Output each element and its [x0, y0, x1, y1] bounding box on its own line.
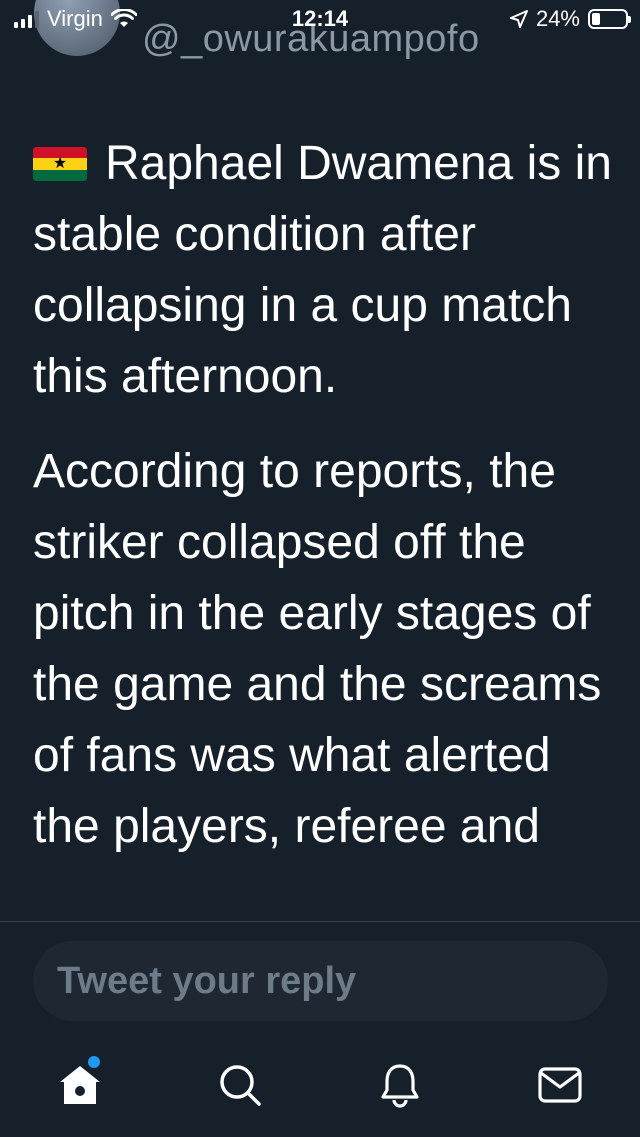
battery-icon	[588, 9, 631, 29]
search-icon	[220, 1065, 261, 1106]
bell-icon	[381, 1064, 419, 1108]
battery-fill	[592, 13, 600, 25]
tab-bar	[0, 1050, 640, 1120]
status-right: 24%	[509, 6, 631, 32]
battery-percent: 24%	[535, 6, 580, 31]
location-arrow-icon	[509, 10, 528, 28]
notification-dot	[88, 1056, 100, 1068]
tab-notifications[interactable]	[370, 1050, 430, 1120]
tab-messages[interactable]	[530, 1050, 590, 1120]
tweet-paragraph-1: ★ Raphael Dwamena is in stable condition …	[33, 128, 623, 412]
home-icon	[60, 1066, 100, 1104]
tweet-paragraph-1-text: Raphael Dwamena is in stable condition a…	[33, 137, 612, 403]
tweet-text: ★ Raphael Dwamena is in stable condition …	[33, 128, 623, 886]
status-bar: Virgin 12:14 24%	[0, 0, 640, 40]
reply-input[interactable]: Tweet your reply	[33, 941, 608, 1021]
tab-search[interactable]	[210, 1050, 270, 1120]
tab-home[interactable]	[50, 1050, 110, 1120]
tweet-paragraph-2: According to reports, the striker collap…	[33, 445, 602, 853]
ghana-flag-icon: ★	[33, 147, 87, 181]
mail-icon	[538, 1067, 582, 1103]
